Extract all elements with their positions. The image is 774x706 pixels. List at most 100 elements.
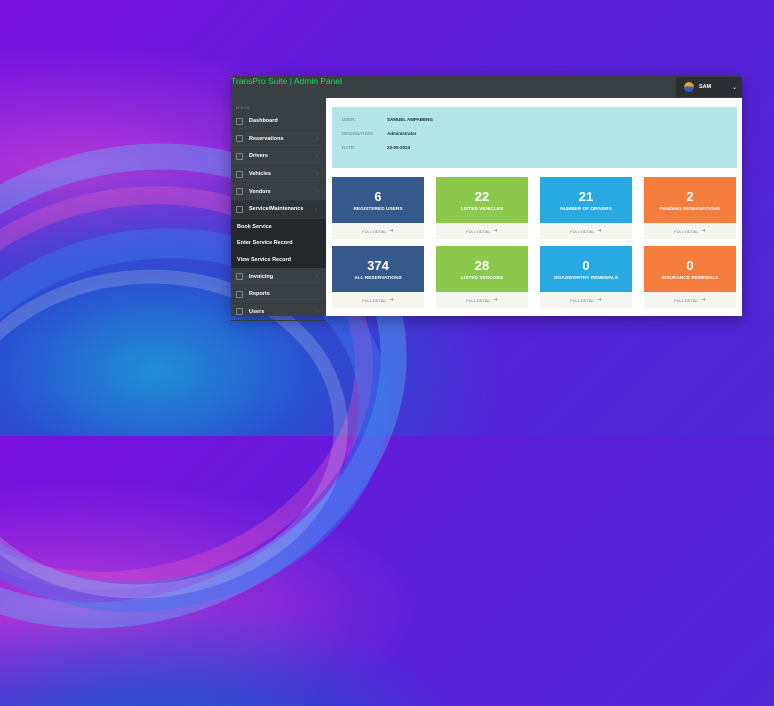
info-value: Administrator bbox=[387, 131, 417, 136]
top-bar: TransPro Suite | Admin Panel SAM ⌄ bbox=[231, 76, 742, 98]
sidebar-item-invoicing[interactable]: Invoicing › bbox=[231, 268, 326, 286]
stat-value: 0 bbox=[686, 257, 694, 273]
sidebar-item-vehicles[interactable]: Vehicles › bbox=[231, 166, 326, 184]
full-detail-label: FULL DETAIL bbox=[674, 297, 699, 303]
arrow-right-icon: ➔ bbox=[597, 297, 602, 303]
sidebar-item-label: Service/Maintenance bbox=[249, 206, 304, 213]
car-icon bbox=[236, 170, 243, 178]
stat-label: ROADWORTHY RENEWALS bbox=[554, 275, 618, 281]
chevron-right-icon: › bbox=[316, 171, 318, 178]
main-content: USER: SAMUEL AMPABENG DESIGNATION: Admin… bbox=[326, 98, 742, 316]
user-menu-button[interactable]: SAM ⌄ bbox=[676, 77, 742, 97]
full-detail-link[interactable]: FULL DETAIL ➔ bbox=[644, 223, 736, 239]
arrow-right-icon: ➔ bbox=[597, 228, 602, 234]
sidebar-subitem-enter-service-record[interactable]: Enter Service Record bbox=[231, 235, 326, 252]
chevron-right-icon: › bbox=[316, 273, 318, 280]
full-detail-link[interactable]: FULL DETAIL ➔ bbox=[436, 292, 528, 308]
stat-card-all-reservations: 374 ALL RESERVATIONS FULL DETAIL ➔ bbox=[332, 246, 424, 308]
user-name: SAM bbox=[699, 84, 712, 90]
avatar bbox=[684, 82, 694, 92]
stat-card-pending-reservations: 2 PENDING RESERVATIONS FULL DETAIL ➔ bbox=[644, 177, 736, 239]
stat-card-registered-users: 6 REGISTERED USERS FULL DETAIL ➔ bbox=[332, 177, 424, 239]
stat-card-number-of-drivers: 21 NUMBER OF DRIVERS FULL DETAIL ➔ bbox=[540, 177, 632, 239]
full-detail-link[interactable]: FULL DETAIL ➔ bbox=[540, 223, 632, 239]
stat-label: LISTED VENDORS bbox=[460, 275, 504, 281]
sidebar-item-label: Invoicing bbox=[249, 273, 274, 280]
stat-value: 0 bbox=[582, 257, 590, 273]
chevron-right-icon: › bbox=[316, 308, 318, 315]
stat-label: LISTED VEHICLES bbox=[460, 206, 504, 212]
user-info-panel: USER: SAMUEL AMPABENG DESIGNATION: Admin… bbox=[332, 107, 737, 168]
stat-value: 22 bbox=[474, 188, 490, 204]
chevron-right-icon: › bbox=[316, 135, 318, 142]
stat-label: INSURANCE RENEWALS bbox=[661, 275, 719, 281]
stat-label: NUMBER OF DRIVERS bbox=[560, 206, 612, 212]
wrench-icon bbox=[236, 205, 243, 213]
stat-label: PENDING RESERVATIONS bbox=[659, 206, 721, 212]
stat-card-insurance-renewals: 0 INSURANCE RENEWALS FULL DETAIL ➔ bbox=[644, 246, 736, 308]
full-detail-label: FULL DETAIL bbox=[674, 228, 699, 234]
info-user-row: USER: SAMUEL AMPABENG bbox=[342, 117, 433, 122]
full-detail-link[interactable]: FULL DETAIL ➔ bbox=[332, 223, 424, 239]
arrow-right-icon: ➔ bbox=[701, 228, 706, 234]
arrow-right-icon: ➔ bbox=[701, 297, 706, 303]
sidebar-item-reservations[interactable]: Reservations › bbox=[231, 131, 326, 149]
info-label: DATE: bbox=[342, 145, 355, 150]
chevron-right-icon: › bbox=[316, 153, 318, 160]
chevron-down-icon: ⌄ bbox=[731, 84, 737, 91]
invoice-icon bbox=[236, 273, 243, 281]
sidebar-item-label: Vehicles bbox=[249, 171, 272, 178]
info-value: SAMUEL AMPABENG bbox=[387, 117, 433, 122]
sidebar-item-label: Dashboard bbox=[249, 118, 278, 125]
stat-card-listed-vehicles: 22 LISTED VEHICLES FULL DETAIL ➔ bbox=[436, 177, 528, 239]
sidebar-item-vendors[interactable]: Vendors › bbox=[231, 183, 326, 201]
report-icon bbox=[236, 290, 243, 298]
admin-panel-window: TransPro Suite | Admin Panel SAM ⌄ MAIN … bbox=[231, 76, 742, 322]
chevron-right-icon: › bbox=[316, 188, 318, 195]
sidebar-item-label: Reports bbox=[249, 291, 270, 298]
full-detail-label: FULL DETAIL bbox=[570, 297, 595, 303]
sidebar: MAIN Dashboard Reservations › Drivers › … bbox=[231, 98, 326, 322]
app-title[interactable]: TransPro Suite | Admin Panel bbox=[231, 76, 342, 86]
stat-card-roadworthy-renewals: 0 ROADWORTHY RENEWALS FULL DETAIL ➔ bbox=[540, 246, 632, 308]
full-detail-link[interactable]: FULL DETAIL ➔ bbox=[436, 223, 528, 239]
stat-value: 374 bbox=[367, 257, 389, 273]
sidebar-item-label: Vendors bbox=[249, 188, 271, 195]
sidebar-item-drivers[interactable]: Drivers › bbox=[231, 148, 326, 166]
stat-value: 21 bbox=[578, 188, 594, 204]
sidebar-section-heading: MAIN bbox=[236, 105, 250, 110]
stat-value: 2 bbox=[686, 188, 694, 204]
sidebar-item-users[interactable]: Users › bbox=[231, 304, 326, 322]
sidebar-item-service-maintenance[interactable]: Service/Maintenance ⌄ bbox=[231, 200, 326, 219]
full-detail-label: FULL DETAIL bbox=[570, 228, 595, 234]
stat-value: 28 bbox=[474, 257, 490, 273]
full-detail-label: FULL DETAIL bbox=[466, 297, 491, 303]
chevron-down-icon: ⌄ bbox=[313, 206, 318, 213]
sidebar-subitem-book-service[interactable]: Book Service bbox=[231, 218, 326, 236]
store-icon bbox=[236, 188, 243, 196]
stat-card-listed-vendors: 28 LISTED VENDORS FULL DETAIL ➔ bbox=[436, 246, 528, 308]
users-icon bbox=[236, 308, 243, 316]
arrow-right-icon: ➔ bbox=[389, 297, 394, 303]
arrow-right-icon: ➔ bbox=[493, 228, 498, 234]
sidebar-item-dashboard[interactable]: Dashboard bbox=[231, 113, 326, 131]
sidebar-item-reports[interactable]: Reports bbox=[231, 286, 326, 304]
stat-label: ALL RESERVATIONS bbox=[354, 275, 402, 281]
info-label: USER: bbox=[342, 117, 356, 122]
info-label: DESIGNATION: bbox=[342, 131, 374, 136]
full-detail-label: FULL DETAIL bbox=[362, 297, 387, 303]
dashboard-icon bbox=[236, 117, 243, 125]
full-detail-link[interactable]: FULL DETAIL ➔ bbox=[540, 292, 632, 308]
stat-label: REGISTERED USERS bbox=[353, 206, 403, 212]
sidebar-item-label: Drivers bbox=[249, 153, 268, 160]
stat-value: 6 bbox=[374, 188, 382, 204]
full-detail-label: FULL DETAIL bbox=[362, 228, 387, 234]
arrow-right-icon: ➔ bbox=[493, 297, 498, 303]
driver-icon bbox=[236, 152, 243, 160]
sidebar-subitem-view-service-record[interactable]: View Service Record bbox=[231, 251, 326, 269]
info-designation-row: DESIGNATION: Administrator bbox=[342, 131, 417, 136]
full-detail-link[interactable]: FULL DETAIL ➔ bbox=[332, 292, 424, 308]
info-date-row: DATE: 23-05-2024 bbox=[342, 145, 410, 150]
info-value: 23-05-2024 bbox=[387, 145, 411, 150]
full-detail-link[interactable]: FULL DETAIL ➔ bbox=[644, 292, 736, 308]
